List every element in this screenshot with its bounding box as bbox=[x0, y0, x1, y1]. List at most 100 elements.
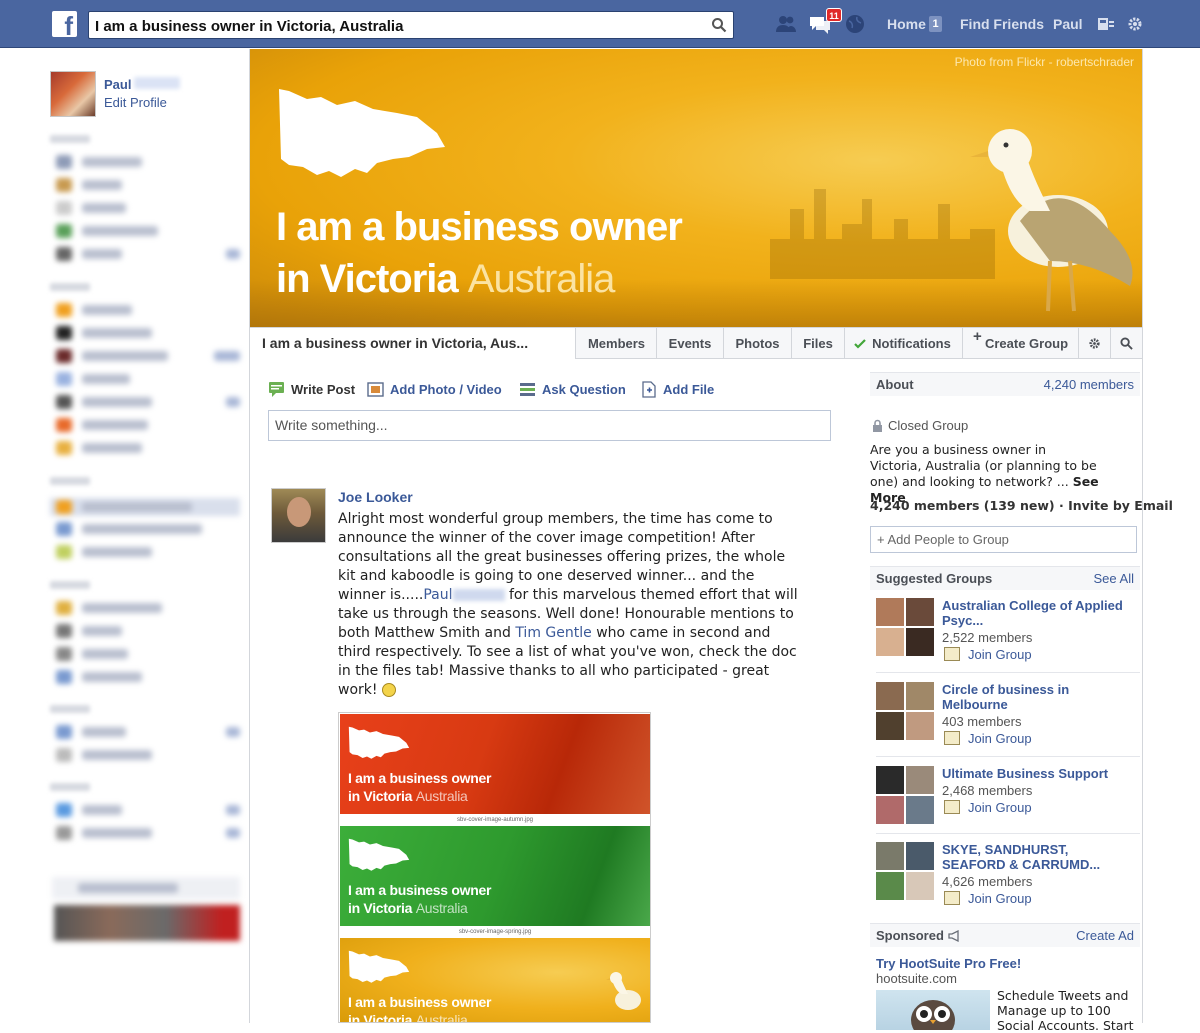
post-attached-image[interactable]: I am a business owner in Victoria Austra… bbox=[338, 712, 651, 1023]
divider bbox=[876, 756, 1140, 757]
blurred-sidebar-item-selected[interactable] bbox=[50, 498, 240, 516]
blurred-sidebar-item[interactable] bbox=[56, 624, 246, 638]
blurred-sidebar-item[interactable] bbox=[56, 647, 246, 661]
tab-members[interactable]: Members bbox=[577, 328, 657, 359]
blurred-section-header bbox=[50, 581, 90, 589]
post-author-avatar[interactable] bbox=[271, 488, 326, 543]
blurred-section-header bbox=[50, 783, 90, 791]
blurred-sidebar-item[interactable] bbox=[56, 395, 246, 409]
blurred-sidebar-item[interactable] bbox=[56, 601, 246, 615]
search-input[interactable] bbox=[95, 16, 695, 36]
blurred-sidebar-item[interactable] bbox=[56, 326, 246, 340]
add-people-box[interactable] bbox=[870, 526, 1137, 553]
thumb-title-line-2: in Victoria Australia bbox=[348, 788, 468, 804]
thumb-title-line-1: I am a business owner bbox=[348, 770, 492, 786]
post-author-name[interactable]: Joe Looker bbox=[338, 489, 413, 505]
suggested-group-name[interactable]: Ultimate Business Support bbox=[942, 766, 1132, 781]
tab-group-name[interactable]: I am a business owner in Victoria, Aus..… bbox=[250, 328, 576, 359]
join-group-button[interactable]: Join Group bbox=[942, 731, 1032, 746]
settings-gear-icon[interactable] bbox=[1126, 15, 1144, 33]
mention-paul-link[interactable]: Paul bbox=[423, 587, 452, 603]
group-member-photos[interactable] bbox=[876, 766, 934, 824]
facebook-logo-icon[interactable]: f bbox=[52, 11, 77, 37]
top-navigation-bar: f 11 Home 1 Find Friends Paul bbox=[0, 0, 1200, 48]
blurred-friends-strip[interactable] bbox=[54, 905, 240, 941]
tab-photos[interactable]: Photos bbox=[724, 328, 792, 359]
create-ad-link[interactable]: Create Ad bbox=[1076, 928, 1134, 943]
suggested-group-name[interactable]: Australian College of Applied Psyc... bbox=[942, 598, 1132, 628]
blurred-sidebar-item[interactable] bbox=[56, 725, 246, 739]
seagull-graphic bbox=[970, 129, 1133, 312]
post-composer[interactable] bbox=[268, 410, 831, 441]
blurred-sidebar-item[interactable] bbox=[56, 155, 246, 169]
blurred-sidebar-item[interactable] bbox=[56, 748, 246, 762]
privacy-shortcuts-icon[interactable] bbox=[1096, 14, 1116, 34]
member-photo bbox=[906, 842, 934, 870]
suggested-group-members: 2,468 members bbox=[942, 783, 1033, 798]
blurred-sidebar-item[interactable] bbox=[56, 826, 246, 840]
group-search-button[interactable] bbox=[1111, 328, 1143, 359]
invite-by-email-link[interactable]: Invite by Email bbox=[1068, 498, 1173, 513]
blurred-sidebar-item[interactable] bbox=[56, 418, 246, 432]
member-photo bbox=[906, 796, 934, 824]
members-count-link[interactable]: 4,240 members bbox=[1044, 377, 1134, 392]
add-photo-video-tab[interactable]: Add Photo / Video bbox=[390, 382, 502, 397]
group-member-photos[interactable] bbox=[876, 842, 934, 900]
ad-title-link[interactable]: Try HootSuite Pro Free! bbox=[876, 956, 1021, 971]
blurred-sidebar-item[interactable] bbox=[56, 670, 246, 684]
add-people-input[interactable] bbox=[877, 532, 1127, 547]
about-header: About 4,240 members bbox=[870, 372, 1140, 396]
see-all-link[interactable]: See All bbox=[1094, 571, 1134, 586]
blurred-sidebar-item[interactable] bbox=[56, 803, 246, 817]
tab-create-group[interactable]: + Create Group bbox=[963, 328, 1079, 359]
blurred-sidebar-item[interactable] bbox=[56, 372, 246, 386]
blurred-sidebar-item[interactable] bbox=[56, 545, 246, 559]
thumb-title-line-2: in Victoria Australia bbox=[348, 1012, 468, 1022]
join-group-button[interactable]: Join Group bbox=[942, 800, 1032, 815]
ask-question-tab[interactable]: Ask Question bbox=[542, 382, 626, 397]
write-post-tab[interactable]: Write Post bbox=[291, 382, 355, 397]
suggested-groups-header: Suggested Groups See All bbox=[870, 566, 1140, 590]
ad-image[interactable] bbox=[876, 990, 990, 1030]
blurred-sidebar-item[interactable] bbox=[56, 178, 246, 192]
blurred-sidebar-item[interactable] bbox=[56, 247, 246, 261]
group-member-photos[interactable] bbox=[876, 682, 934, 740]
suggested-group-name[interactable]: SKYE, SANDHURST, SEAFORD & CARRUMD... bbox=[942, 842, 1132, 872]
mention-tim-gentle-link[interactable]: Tim Gentle bbox=[515, 625, 591, 641]
group-settings-button[interactable] bbox=[1079, 328, 1111, 359]
search-box[interactable] bbox=[88, 11, 734, 39]
tab-events[interactable]: Events bbox=[657, 328, 724, 359]
blurred-sidebar-item[interactable] bbox=[56, 201, 246, 215]
blurred-sidebar-item[interactable] bbox=[56, 441, 246, 455]
blurred-sidebar-item[interactable] bbox=[56, 303, 246, 317]
add-photo-icon bbox=[367, 382, 384, 397]
sidebar-user-name[interactable]: Paul bbox=[104, 77, 131, 92]
home-link[interactable]: Home bbox=[887, 16, 926, 32]
write-something-input[interactable] bbox=[275, 417, 815, 433]
notifications-globe-icon[interactable] bbox=[843, 12, 867, 36]
thumb-title-line-1: I am a business owner bbox=[348, 994, 492, 1010]
blurred-friend-search[interactable] bbox=[52, 877, 240, 899]
avatar[interactable] bbox=[50, 71, 96, 117]
divider bbox=[876, 672, 1140, 673]
suggested-group-name[interactable]: Circle of business in Melbourne bbox=[942, 682, 1132, 712]
tab-create-group-label: Create Group bbox=[984, 336, 1069, 351]
find-friends-link[interactable]: Find Friends bbox=[960, 16, 1044, 32]
join-group-button[interactable]: Join Group bbox=[942, 891, 1032, 906]
tab-notifications[interactable]: Notifications bbox=[845, 328, 963, 359]
edit-profile-link[interactable]: Edit Profile bbox=[104, 95, 167, 110]
blurred-sidebar-item[interactable] bbox=[56, 224, 246, 238]
profile-link[interactable]: Paul bbox=[1053, 16, 1083, 32]
join-group-button[interactable]: Join Group bbox=[942, 647, 1032, 662]
group-member-photos[interactable] bbox=[876, 598, 934, 656]
group-cover-photo[interactable]: Photo from Flickr - robertschrader I am … bbox=[250, 49, 1143, 327]
add-file-tab[interactable]: Add File bbox=[663, 382, 714, 397]
join-group-label: Join Group bbox=[968, 647, 1032, 662]
separator-dot: · bbox=[1054, 498, 1069, 513]
friend-requests-icon[interactable] bbox=[774, 12, 798, 36]
blurred-sidebar-item[interactable] bbox=[56, 349, 246, 363]
search-icon[interactable] bbox=[711, 17, 727, 33]
tab-files[interactable]: Files bbox=[792, 328, 845, 359]
member-photo bbox=[876, 598, 904, 626]
blurred-sidebar-item[interactable] bbox=[56, 522, 246, 536]
